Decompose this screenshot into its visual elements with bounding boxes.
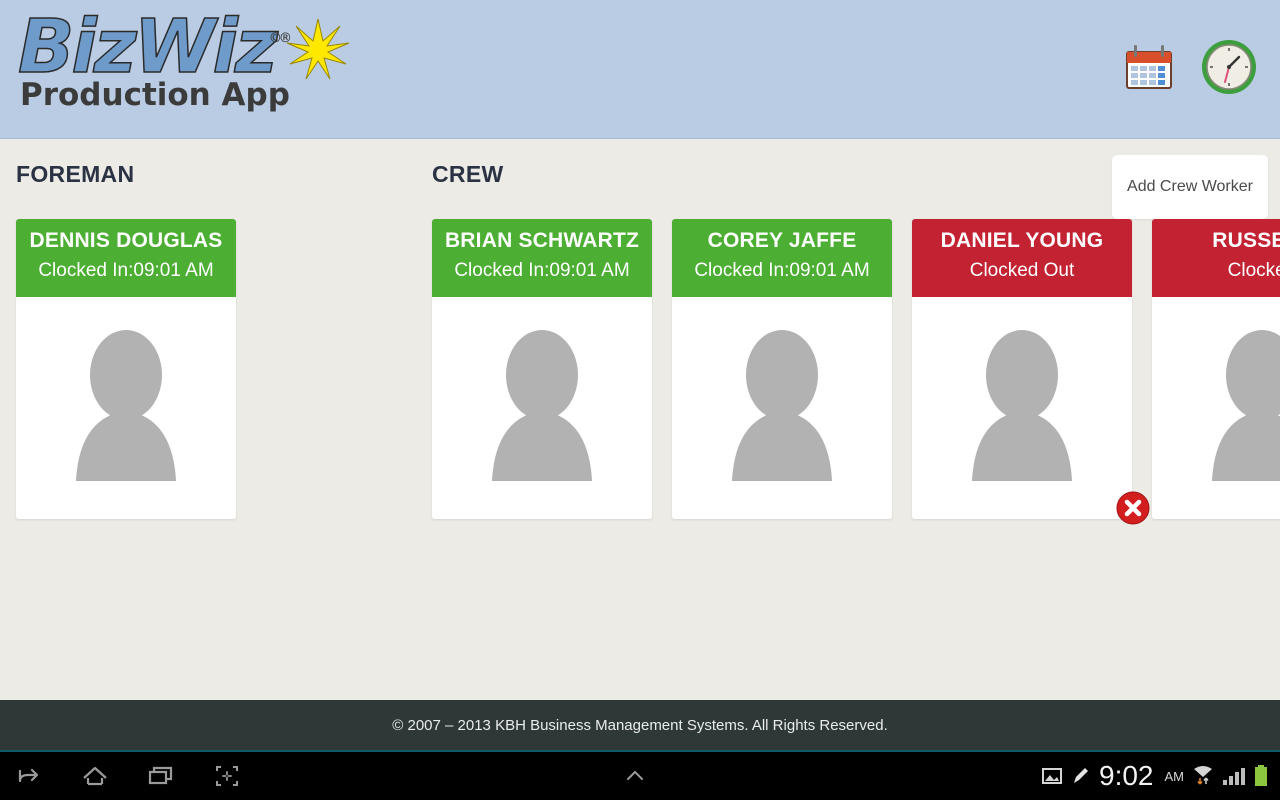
- calendar-icon[interactable]: [1120, 38, 1178, 96]
- worker-card[interactable]: RUSSELL Clocked: [1152, 219, 1280, 519]
- worker-clock-status: Clocked Out: [969, 260, 1075, 281]
- signal-icon[interactable]: [1222, 765, 1246, 787]
- worker-card[interactable]: DENNIS DOUGLAS Clocked In:09:01 AM: [16, 219, 236, 519]
- pencil-icon[interactable]: [1071, 765, 1091, 787]
- main-content: FOREMAN CREW Add Crew Worker DENNIS DOUG…: [0, 139, 1280, 700]
- footer: © 2007 – 2013 KBH Business Management Sy…: [0, 700, 1280, 752]
- footer-copyright: © 2007 – 2013 KBH Business Management Sy…: [392, 716, 888, 734]
- worker-clock-status: Clocked: [1227, 260, 1280, 281]
- battery-icon[interactable]: [1254, 764, 1268, 788]
- android-navigation-bar: 9:02 AM: [0, 752, 1280, 800]
- worker-name: DANIEL YOUNG: [940, 229, 1104, 252]
- header-icon-group: [1120, 38, 1258, 96]
- worker-clock-status: Clocked In:09:01 AM: [454, 260, 630, 281]
- app-header: BizWiz ©® Production App: [0, 0, 1280, 139]
- app-root: BizWiz ©® Production App FOREMAN CREW Ad…: [0, 0, 1280, 800]
- avatar-placeholder-icon: [76, 330, 176, 481]
- status-ampm: AM: [1164, 768, 1185, 784]
- worker-card[interactable]: BRIAN SCHWARTZ Clocked In:09:01 AM: [432, 219, 652, 519]
- worker-name: COREY JAFFE: [707, 229, 857, 252]
- avatar-placeholder-icon: [732, 330, 832, 481]
- screenshot-icon[interactable]: [212, 761, 242, 791]
- worker-photo: [1152, 297, 1280, 519]
- worker-name: BRIAN SCHWARTZ: [444, 229, 640, 252]
- back-icon[interactable]: [14, 761, 44, 791]
- worker-photo: [16, 297, 236, 519]
- worker-clock-status: Clocked In:09:01 AM: [38, 260, 214, 281]
- worker-card-header: DANIEL YOUNG Clocked Out: [912, 219, 1132, 297]
- avatar-placeholder-icon: [492, 330, 592, 481]
- wifi-icon[interactable]: [1192, 764, 1214, 788]
- worker-card-header: BRIAN SCHWARTZ Clocked In:09:01 AM: [432, 219, 652, 297]
- chevron-up-icon[interactable]: [620, 761, 650, 791]
- add-crew-worker-label: Add Crew Worker: [1127, 178, 1253, 195]
- crew-section-title: CREW: [432, 161, 504, 187]
- worker-photo: [432, 297, 652, 519]
- home-icon[interactable]: [80, 761, 110, 791]
- worker-card-header: RUSSELL Clocked: [1152, 219, 1280, 297]
- worker-card[interactable]: COREY JAFFE Clocked In:09:01 AM: [672, 219, 892, 519]
- logo-wordmark: BizWiz ©®: [17, 9, 292, 85]
- avatar-placeholder-icon: [1212, 330, 1280, 481]
- worker-photo: [672, 297, 892, 519]
- worker-card-header: COREY JAFFE Clocked In:09:01 AM: [672, 219, 892, 297]
- app-logo: BizWiz ©® Production App: [17, 9, 358, 128]
- worker-name: DENNIS DOUGLAS: [29, 229, 223, 252]
- worker-name: RUSSELL: [1212, 229, 1280, 252]
- remove-worker-button[interactable]: [1116, 491, 1150, 525]
- foreman-section-title: FOREMAN: [16, 161, 135, 187]
- starburst-icon: [286, 18, 350, 80]
- clock-icon[interactable]: [1200, 38, 1258, 96]
- status-time: 9:02: [1099, 760, 1154, 791]
- avatar-placeholder-icon: [972, 330, 1072, 481]
- worker-card-header: DENNIS DOUGLAS Clocked In:09:01 AM: [16, 219, 236, 297]
- logo-wordmark-text: BizWiz: [17, 4, 278, 90]
- worker-photo: [912, 297, 1132, 519]
- nav-expand-group: [620, 752, 650, 800]
- nav-button-group: [14, 752, 242, 800]
- worker-card[interactable]: DANIEL YOUNG Clocked Out: [912, 219, 1150, 525]
- add-crew-worker-button[interactable]: Add Crew Worker: [1112, 155, 1268, 219]
- image-icon[interactable]: [1041, 765, 1063, 787]
- status-bar-group: 9:02 AM: [1041, 752, 1268, 800]
- recents-icon[interactable]: [146, 761, 176, 791]
- worker-clock-status: Clocked In:09:01 AM: [694, 260, 870, 281]
